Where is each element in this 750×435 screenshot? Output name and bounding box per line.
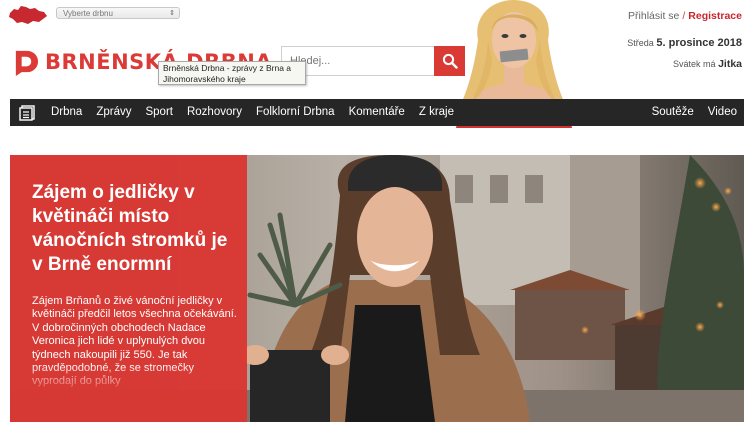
day-name: Středa xyxy=(627,38,654,48)
region-select[interactable]: Vyberte drbnu ⇕ xyxy=(56,7,180,19)
login-link[interactable]: Přihlásit se xyxy=(628,10,679,22)
menu-icon[interactable] xyxy=(10,99,44,126)
date-value: 5. prosince 2018 xyxy=(656,37,742,49)
featured-article[interactable]: Zájem o jedličky v květináči místo vánoč… xyxy=(10,155,744,422)
featured-article-perex: Zájem Brňanů o živé vánoční jedličky v k… xyxy=(32,295,237,388)
nav-item-drbna[interactable]: Drbna xyxy=(44,99,89,126)
featured-article-title[interactable]: Zájem o jedličky v květináči místo vánoč… xyxy=(32,181,237,277)
nav-item-zpravy[interactable]: Zprávy xyxy=(89,99,138,126)
czech-map-icon[interactable] xyxy=(8,4,48,26)
current-date: Středa 5. prosince 2018 xyxy=(627,37,742,49)
nav-item-z-kraje[interactable]: Z kraje xyxy=(412,99,461,126)
menu-glyph-icon xyxy=(19,104,35,121)
logo-mark-icon xyxy=(15,50,39,76)
nav-item-souteze[interactable]: Soutěže xyxy=(645,99,701,126)
nav-item-komentare[interactable]: Komentáře xyxy=(342,99,412,126)
auth-separator: / xyxy=(682,10,686,22)
nav-item-video[interactable]: Video xyxy=(701,99,744,126)
nameday-prefix: Svátek má xyxy=(673,59,716,69)
main-nav: Drbna Zprávy Sport Rozhovory Folklorní D… xyxy=(10,99,744,126)
logo-tooltip: Brněnská Drbna - zprávy z Brna a Jihomor… xyxy=(158,61,306,85)
nav-item-folklorni-drbna[interactable]: Folklorní Drbna xyxy=(249,99,342,126)
nameday-name: Jitka xyxy=(718,58,742,70)
nav-item-sport[interactable]: Sport xyxy=(138,99,180,126)
nav-item-rozhovory[interactable]: Rozhovory xyxy=(180,99,249,126)
nameday: Svátek má Jitka xyxy=(673,58,742,70)
region-select-value: Vyberte drbnu xyxy=(63,9,113,18)
auth-links: Přihlásit se / Registrace xyxy=(628,10,742,22)
select-arrows-icon: ⇕ xyxy=(169,10,175,17)
register-link[interactable]: Registrace xyxy=(688,10,742,22)
featured-article-panel: Zájem o jedličky v květináči místo vánoč… xyxy=(10,155,247,422)
